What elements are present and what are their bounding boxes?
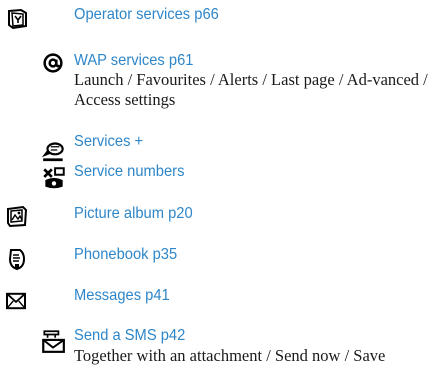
phonebook-title: Phonebook p35 (74, 246, 178, 263)
picture-album-icon (5, 204, 29, 228)
at-sign-icon (43, 53, 63, 73)
services-plus-title: Services + (74, 133, 144, 150)
send-sms-title: Send a SMS p42 (74, 327, 186, 344)
operator-services-title: Operator services p66 (74, 6, 219, 23)
wap-services-options: Launch / Favourites / Alerts / Last page… (74, 70, 428, 109)
phonebook-icon (5, 247, 29, 271)
services-plus-icon (41, 137, 67, 163)
operator-services-icon (6, 7, 30, 31)
messages-title: Messages p41 (74, 287, 170, 304)
wap-services-title: WAP services p61 (74, 52, 194, 69)
service-numbers-icon (41, 165, 67, 191)
service-numbers-title: Service numbers (74, 163, 185, 180)
picture-album-title: Picture album p20 (74, 205, 193, 222)
send-sms-icon (40, 328, 66, 354)
envelope-icon (5, 292, 27, 310)
send-sms-options: Together with an attachment / Send now /… (74, 346, 386, 365)
